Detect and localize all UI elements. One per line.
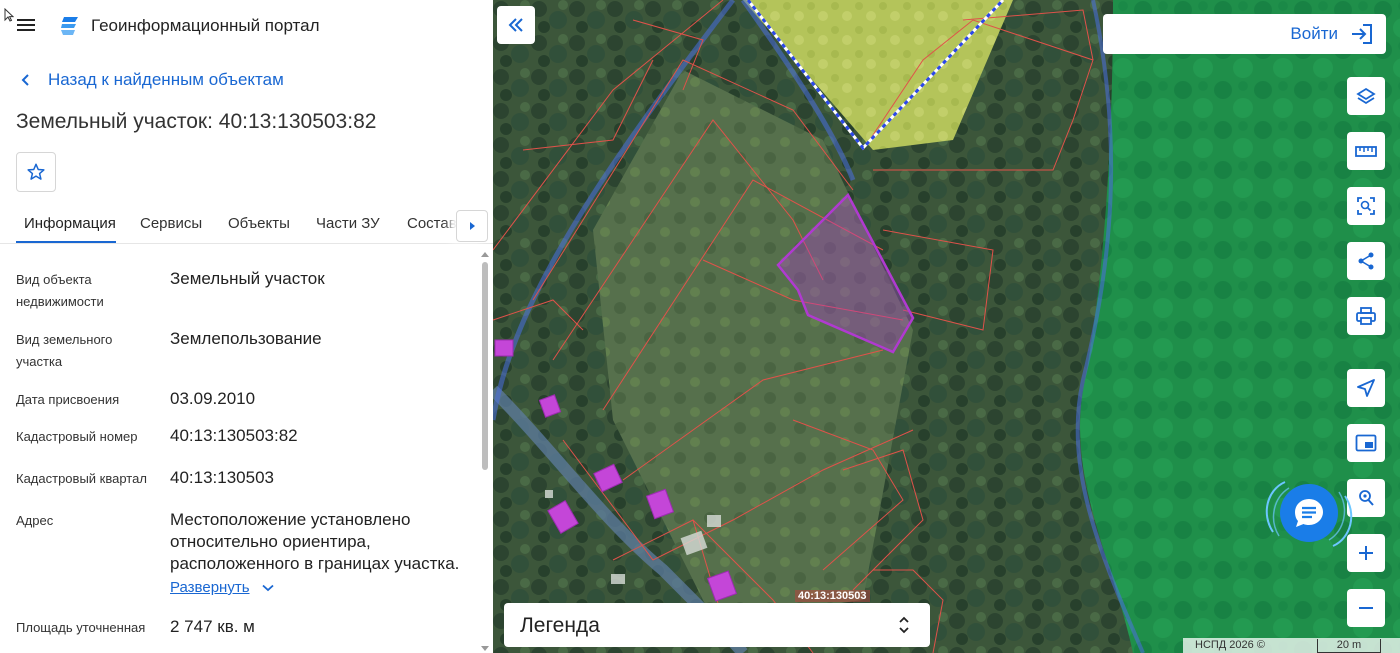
property-label: Дата присвоения <box>16 392 120 407</box>
property-label: Площадь уточненная <box>16 620 146 635</box>
login-button[interactable]: Войти <box>1103 14 1386 54</box>
chevron-left-icon <box>21 74 29 86</box>
ruler-button[interactable] <box>1347 132 1385 170</box>
double-chevron-left-icon <box>508 18 523 32</box>
back-link-label: Назад к найденным объектам <box>48 70 284 89</box>
tab-information[interactable]: Информация <box>24 215 116 232</box>
object-title: Земельный участок: 40:13:130503:82 <box>16 110 377 133</box>
property-label: Вид земельного участка <box>16 332 113 369</box>
picture-in-picture-icon <box>1355 434 1377 452</box>
property-value: 2 747 кв. м <box>170 617 255 636</box>
back-to-results-link[interactable]: Назад к найденным объектам <box>20 70 284 90</box>
caret-right-icon <box>470 222 475 230</box>
tab-services[interactable]: Сервисы <box>140 215 202 232</box>
mouse-cursor-icon <box>4 8 14 22</box>
property-value: 03.09.2010 <box>170 389 256 408</box>
chat-button[interactable] <box>1280 484 1338 542</box>
legend-button[interactable]: Легенда <box>504 603 930 647</box>
property-value: Земельный участок <box>170 269 325 288</box>
tabs-scroll-right-button[interactable] <box>456 210 488 242</box>
layers-icon <box>1356 87 1376 105</box>
zoom-out-button[interactable] <box>1347 589 1385 627</box>
locate-button[interactable] <box>1347 369 1385 407</box>
satellite-map-layer <box>493 0 1400 653</box>
scroll-up-arrow[interactable] <box>481 252 489 257</box>
app-title: Геоинформационный портал <box>91 16 320 35</box>
login-label: Войти <box>1290 24 1338 43</box>
panel-scrollbar[interactable] <box>480 250 490 653</box>
map-search-icon <box>1359 490 1374 506</box>
portal-logo-icon <box>61 17 78 35</box>
map-view[interactable]: Войти 40:13:130503 Легенда НСПД 2026 © 2… <box>493 0 1400 653</box>
collapse-panel-button[interactable] <box>497 6 535 44</box>
top-bar: Геоинформационный портал <box>0 0 493 52</box>
active-tab-indicator <box>16 241 116 243</box>
navigation-arrow-icon <box>1357 379 1375 397</box>
picture-in-picture-button[interactable] <box>1347 424 1385 462</box>
address-value: Местоположение установлено относительно … <box>170 510 460 573</box>
property-value: 40:13:130503:82 <box>170 426 298 445</box>
property-label: Кадастровый квартал <box>16 471 147 486</box>
property-label: Кадастровый номер <box>16 429 138 444</box>
expand-label: Развернуть <box>170 579 250 596</box>
scale-bar: 20 m <box>1317 639 1381 653</box>
print-icon <box>1356 307 1376 325</box>
favorite-button[interactable] <box>16 152 56 192</box>
tab-composition[interactable]: Состав <box>407 215 457 232</box>
ruler-icon <box>1355 146 1377 157</box>
minus-icon <box>1359 607 1373 609</box>
expand-address-link[interactable]: Развернуть <box>170 579 274 596</box>
info-panel: Геоинформационный портал Назад к найденн… <box>0 0 493 653</box>
area-select-icon <box>1357 197 1375 215</box>
share-icon <box>1358 252 1374 270</box>
property-label: Вид объекта недвижимости <box>16 272 104 309</box>
layers-button[interactable] <box>1347 77 1385 115</box>
chevron-down-icon <box>261 584 274 591</box>
cadastral-quarter-label: 40:13:130503 <box>795 590 870 602</box>
print-button[interactable] <box>1347 297 1385 335</box>
chat-bubble-icon <box>1295 499 1323 527</box>
scroll-down-arrow[interactable] <box>481 646 489 651</box>
star-icon <box>27 163 45 180</box>
legend-label: Легенда <box>520 614 600 637</box>
tab-objects[interactable]: Объекты <box>228 215 290 232</box>
property-value: 40:13:130503 <box>170 468 274 487</box>
tab-bar: Информация Сервисы Объекты Части ЗУ Сост… <box>0 206 493 244</box>
attribution-text: НСПД 2026 © <box>1195 639 1265 651</box>
map-attribution: НСПД 2026 © 20 m <box>1183 638 1400 653</box>
login-icon <box>1352 24 1372 44</box>
hamburger-icon[interactable] <box>16 16 40 36</box>
plus-icon <box>1359 546 1373 560</box>
area-select-button[interactable] <box>1347 187 1385 225</box>
property-value: Землепользование <box>170 329 322 348</box>
share-button[interactable] <box>1347 242 1385 280</box>
property-label: Адрес <box>16 513 54 528</box>
properties-list: Вид объекта недвижимости Земельный участ… <box>0 244 480 653</box>
tab-parts[interactable]: Части ЗУ <box>316 215 380 232</box>
scrollbar-thumb[interactable] <box>482 262 488 470</box>
expand-collapse-icon <box>899 616 909 634</box>
